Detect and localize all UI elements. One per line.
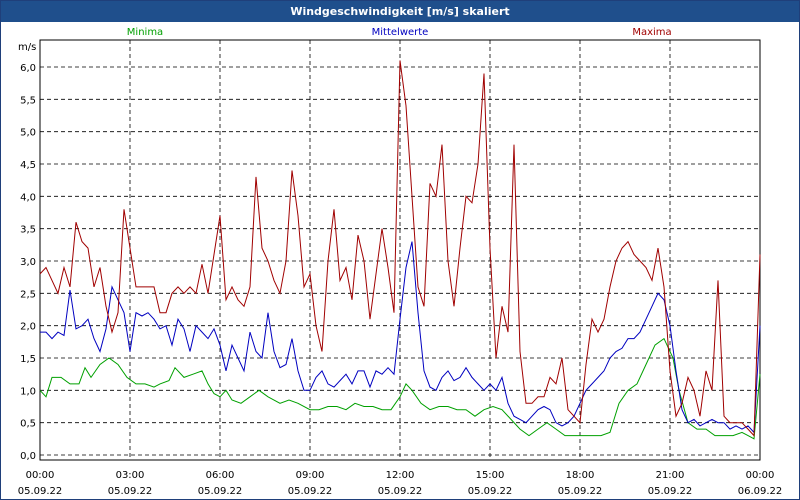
y-tick-label: 6,0 bbox=[20, 63, 36, 74]
y-tick-label: 2,5 bbox=[20, 289, 36, 300]
y-tick-label: 5,0 bbox=[20, 128, 36, 139]
x-tick-time: 18:00 bbox=[566, 470, 595, 481]
x-tick-time: 21:00 bbox=[656, 470, 685, 481]
x-tick-date: 05.09.22 bbox=[108, 486, 153, 497]
y-axis-label: m/s bbox=[18, 42, 36, 53]
y-tick-label: 2,0 bbox=[20, 322, 36, 333]
x-tick-date: 05.09.22 bbox=[288, 486, 333, 497]
y-tick-label: 1,5 bbox=[20, 354, 36, 365]
x-tick-time: 00:00 bbox=[26, 470, 55, 481]
legend: Minima Mittelwerte Maxima bbox=[127, 27, 672, 38]
y-tick-label: 3,5 bbox=[20, 225, 36, 236]
x-axis: 00:00 05.09.22 03:00 05.09.22 06:00 05.09.22 0… bbox=[18, 470, 783, 497]
legend-entry-minima: Minima bbox=[127, 27, 163, 38]
y-tick-label: 0,0 bbox=[20, 451, 36, 462]
x-tick-time: 09:00 bbox=[296, 470, 325, 481]
x-tick-time: 15:00 bbox=[476, 470, 505, 481]
y-tick-label: 3,0 bbox=[20, 257, 36, 268]
x-tick-date: 05.09.22 bbox=[18, 486, 63, 497]
y-tick-label: 0,5 bbox=[20, 419, 36, 430]
x-tick-time: 00:00 bbox=[746, 470, 775, 481]
x-tick-date: 05.09.22 bbox=[378, 486, 423, 497]
legend-entry-mittelwerte: Mittelwerte bbox=[372, 27, 429, 38]
x-tick-date: 05.09.22 bbox=[468, 486, 513, 497]
x-tick-date: 05.09.22 bbox=[558, 486, 603, 497]
y-axis: 0,0 0,5 1,0 1,5 2,0 2,5 3,0 3,5 4,0 4,5 5,0 5,5 6,0 bbox=[20, 63, 36, 462]
y-tick-label: 1,0 bbox=[20, 386, 36, 397]
x-tick-date: 05.09.22 bbox=[648, 486, 693, 497]
wind-speed-chart: 0,00,51,01,52,02,53,03,54,04,55,05,56,0 … bbox=[18, 27, 783, 497]
y-tick-label: 4,0 bbox=[20, 192, 36, 203]
legend-entry-maxima: Maxima bbox=[632, 27, 671, 38]
x-tick-time: 03:00 bbox=[116, 470, 145, 481]
x-tick-time: 12:00 bbox=[386, 470, 415, 481]
x-tick-time: 06:00 bbox=[206, 470, 235, 481]
x-tick-date: 06.09.22 bbox=[738, 486, 783, 497]
y-tick-label: 5,5 bbox=[20, 95, 36, 106]
y-tick-label: 4,5 bbox=[20, 160, 36, 171]
x-tick-date: 05.09.22 bbox=[198, 486, 243, 497]
